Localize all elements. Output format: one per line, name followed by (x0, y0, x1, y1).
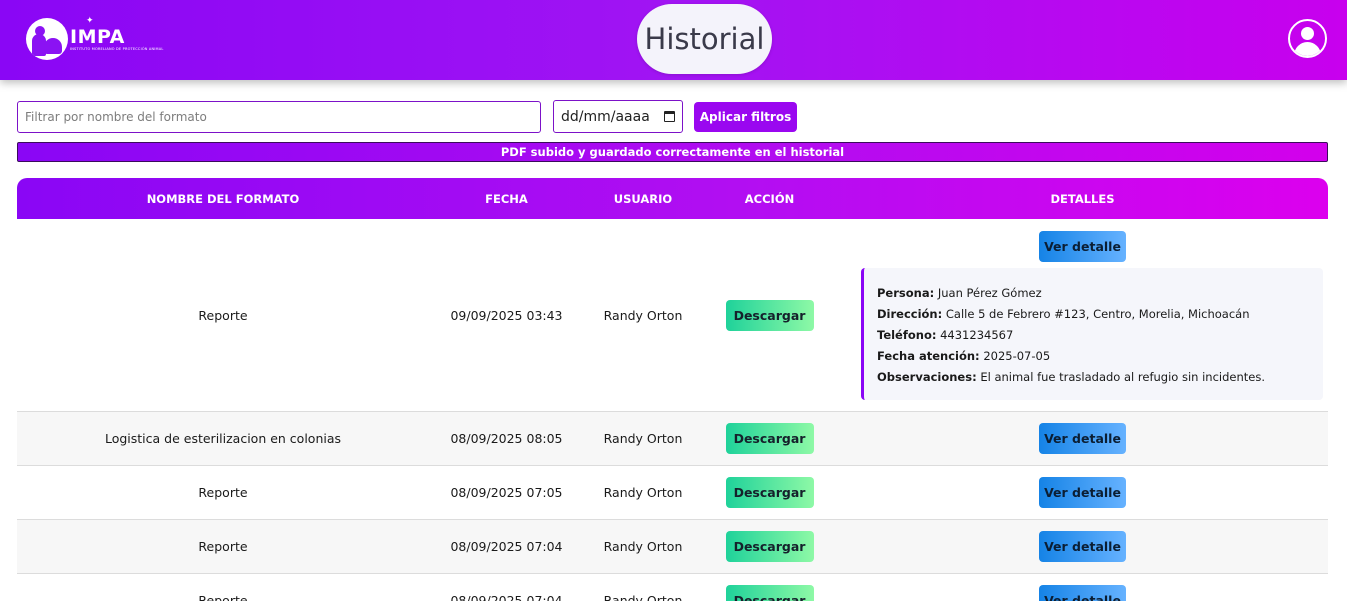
action-cell: Descargar (702, 219, 837, 411)
table-row: Reporte 08/09/2025 07:05 Randy Orton Des… (17, 466, 1328, 520)
user-cell: Randy Orton (603, 593, 683, 601)
detail-fecha: Fecha atención: 2025-07-05 (877, 349, 1051, 363)
view-detail-button[interactable]: Ver detalle (1039, 477, 1126, 508)
action-cell: Descargar (702, 412, 837, 465)
format-name-cell: Logistica de esterilizacion en colonias (104, 431, 342, 446)
details-cell: Ver detalle (837, 520, 1328, 573)
details-cell: Ver detalle (837, 412, 1328, 465)
detail-direccion: Dirección: Calle 5 de Febrero #123, Cent… (877, 307, 1250, 321)
detail-persona: Persona: Juan Pérez Gómez (877, 286, 1042, 300)
format-name-cell: Reporte (198, 485, 248, 500)
date-cell: 08/09/2025 07:04 (450, 593, 563, 601)
calendar-icon[interactable] (664, 111, 675, 122)
details-cell: Ver detalle Persona: Juan Pérez Gómez Di… (837, 219, 1328, 411)
download-button[interactable]: Descargar (725, 477, 814, 508)
details-cell: Ver detalle (837, 574, 1328, 601)
download-button[interactable]: Descargar (725, 585, 814, 601)
animal-logo-icon (26, 18, 68, 60)
format-name-cell: Reporte (198, 307, 248, 323)
table-row: Logistica de esterilizacion en colonias … (17, 412, 1328, 466)
table-row: Reporte 08/09/2025 07:04 Randy Orton Des… (17, 574, 1328, 601)
download-button[interactable]: Descargar (725, 299, 814, 331)
impa-logo[interactable]: ✦ IMPA INSTITUTO MORELIANO DE PROTECCIÓN… (26, 16, 164, 60)
top-navbar: ✦ IMPA INSTITUTO MORELIANO DE PROTECCIÓN… (0, 0, 1347, 80)
date-cell: 09/09/2025 03:43 (450, 307, 563, 323)
format-name-cell: Reporte (198, 539, 248, 554)
header-action: ACCIÓN (744, 191, 795, 206)
view-detail-button[interactable]: Ver detalle (1039, 423, 1126, 454)
date-cell: 08/09/2025 07:05 (450, 485, 563, 500)
header-format-name: NOMBRE DEL FORMATO (146, 191, 300, 206)
success-message: PDF subido y guardado correctamente en e… (17, 142, 1328, 162)
format-name-cell: Reporte (198, 593, 248, 601)
header-details: DETALLES (1050, 191, 1115, 206)
date-cell: 08/09/2025 08:05 (450, 431, 563, 446)
table-row: Reporte 09/09/2025 03:43 Randy Orton Des… (17, 219, 1328, 412)
view-detail-button[interactable]: Ver detalle (1039, 531, 1126, 562)
table-header: NOMBRE DEL FORMATO FECHA USUARIO ACCIÓN … (17, 178, 1328, 219)
header-user: USUARIO (613, 191, 673, 206)
view-detail-button[interactable]: Ver detalle (1039, 231, 1126, 262)
user-cell: Randy Orton (603, 539, 683, 554)
view-detail-button[interactable]: Ver detalle (1039, 585, 1126, 601)
detail-panel: Persona: Juan Pérez Gómez Dirección: Cal… (861, 268, 1323, 400)
download-button[interactable]: Descargar (725, 423, 814, 454)
user-cell: Randy Orton (603, 431, 683, 446)
detail-telefono: Teléfono: 4431234567 (877, 328, 1014, 342)
action-cell: Descargar (702, 574, 837, 601)
apply-filters-button[interactable]: Aplicar filtros (694, 102, 797, 132)
format-name-filter-input[interactable] (17, 101, 541, 133)
table-row: Reporte 08/09/2025 07:04 Randy Orton Des… (17, 520, 1328, 574)
action-cell: Descargar (702, 520, 837, 573)
logo-title: IMPA (70, 26, 125, 48)
date-cell: 08/09/2025 07:04 (450, 539, 563, 554)
user-cell: Randy Orton (603, 307, 683, 323)
date-placeholder: dd/mm/aaaa (561, 108, 650, 125)
action-cell: Descargar (702, 466, 837, 519)
user-avatar-icon[interactable] (1288, 19, 1327, 58)
details-cell: Ver detalle (837, 466, 1328, 519)
sparkle-icon: ✦ (86, 16, 94, 26)
download-button[interactable]: Descargar (725, 531, 814, 562)
detail-observaciones: Observaciones: El animal fue trasladado … (877, 370, 1265, 384)
date-filter-input[interactable]: dd/mm/aaaa (553, 100, 683, 133)
user-cell: Randy Orton (603, 485, 683, 500)
history-table: NOMBRE DEL FORMATO FECHA USUARIO ACCIÓN … (17, 178, 1328, 601)
page-title: Historial (637, 4, 772, 74)
header-date: FECHA (485, 191, 528, 206)
logo-subtitle: INSTITUTO MORELIANO DE PROTECCIÓN ANIMAL (70, 47, 164, 51)
